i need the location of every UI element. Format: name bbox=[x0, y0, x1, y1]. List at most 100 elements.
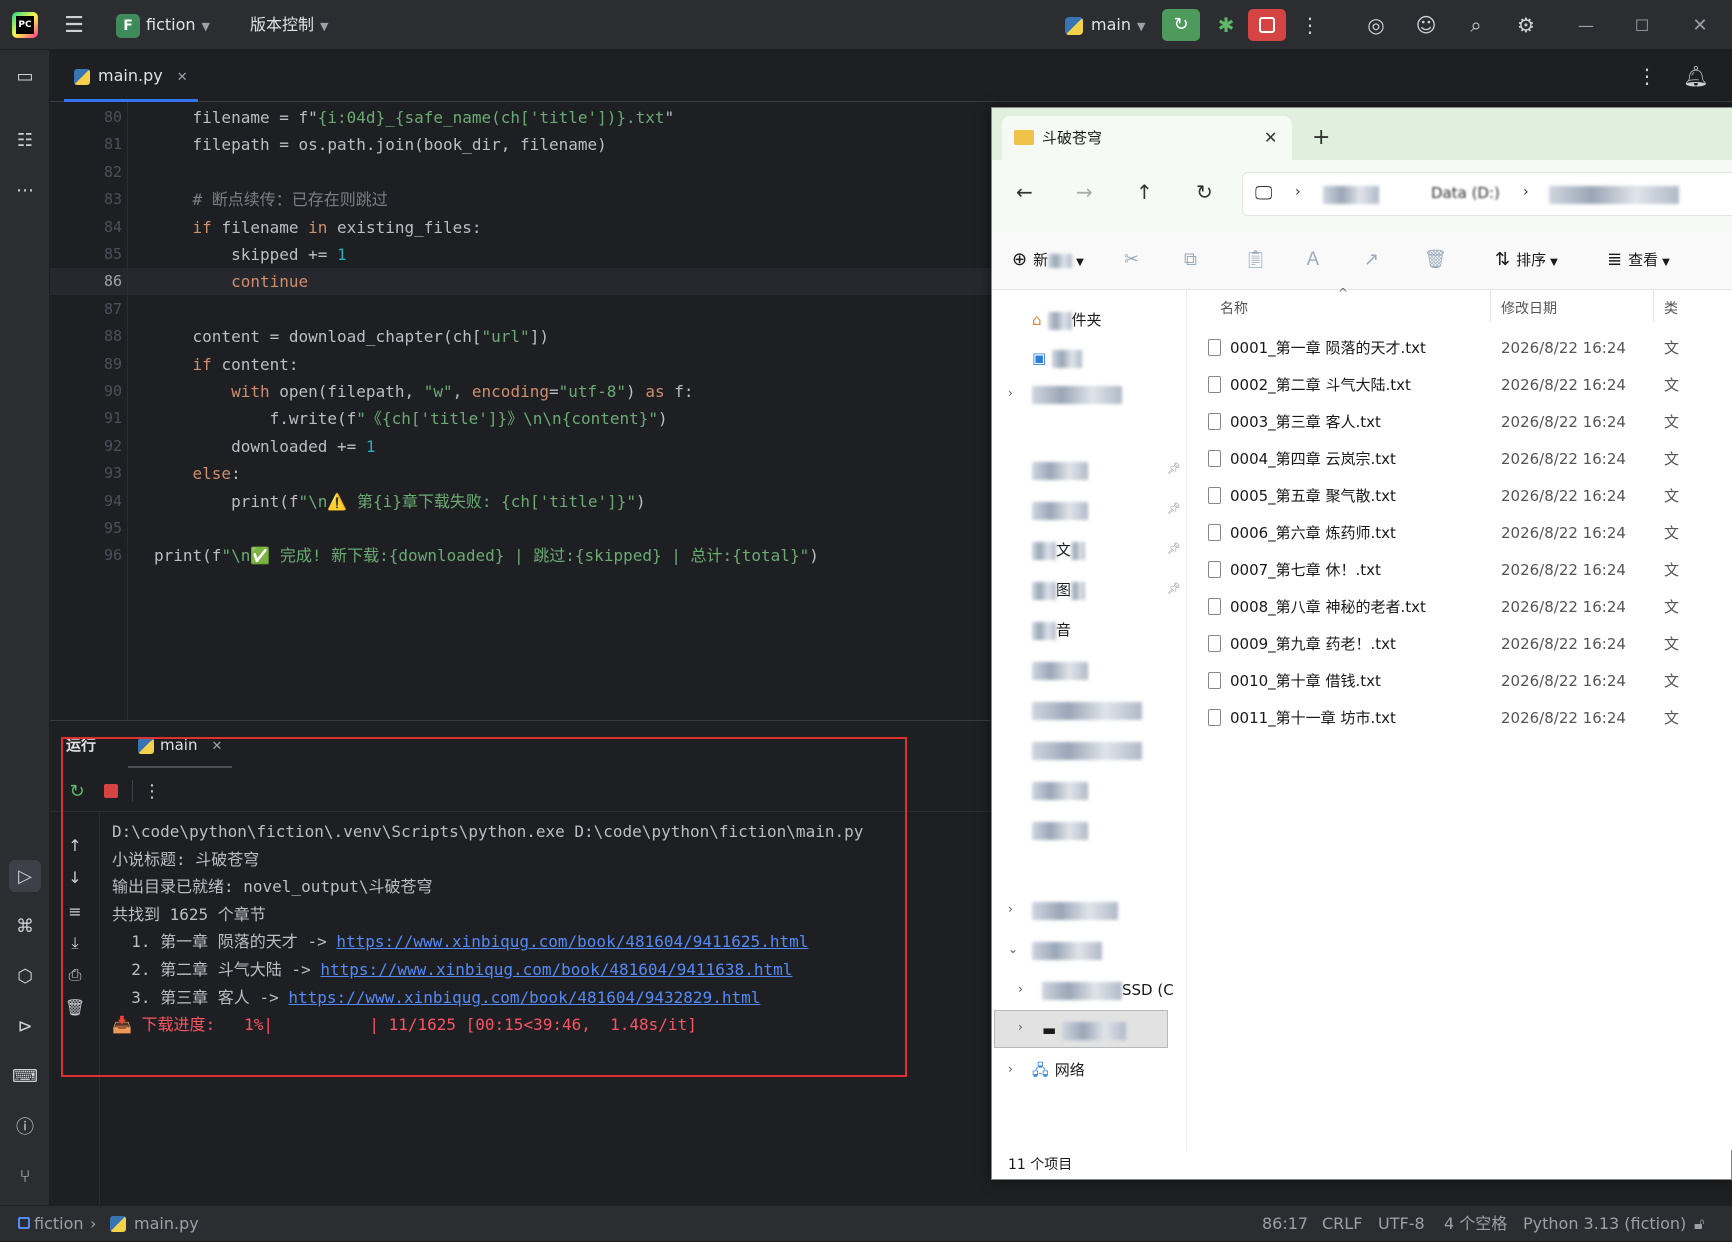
more-actions-icon[interactable]: ⋮ bbox=[1298, 10, 1322, 40]
sort-button[interactable]: ⇅ 排序 ▼ bbox=[1495, 230, 1558, 290]
hamburger-menu-icon[interactable]: ☰ bbox=[60, 12, 88, 38]
file-row[interactable]: 0009_第九章 药老！.txt 2026/8/22 16:24 文 bbox=[1188, 626, 1732, 663]
refresh-icon[interactable]: ↻ bbox=[1196, 180, 1213, 204]
explorer-tab[interactable]: 斗破苍穹 ✕ bbox=[1002, 116, 1292, 160]
caret-position[interactable]: 86:17 bbox=[1262, 1206, 1308, 1242]
maximize-window-icon[interactable]: ☐ bbox=[1626, 10, 1658, 40]
side-item-this-pc[interactable] bbox=[1032, 932, 1102, 968]
side-item-home[interactable]: ⌂ 件夹 bbox=[1032, 302, 1102, 338]
share-icon[interactable]: ↗ bbox=[1364, 230, 1379, 290]
settings-gear-icon[interactable]: ⚙ bbox=[1510, 10, 1542, 40]
side-item-folder[interactable] bbox=[1032, 772, 1088, 808]
side-item-pictures[interactable]: 图 bbox=[1032, 572, 1086, 608]
project-selector[interactable]: Ffiction ▼ bbox=[116, 0, 210, 50]
close-tab-icon[interactable]: ✕ bbox=[177, 70, 188, 85]
copy-icon[interactable]: ⧉ bbox=[1184, 230, 1197, 290]
services-icon[interactable]: ⊳ bbox=[9, 1010, 41, 1042]
side-item-gallery[interactable]: ▣ bbox=[1032, 340, 1083, 376]
cut-icon[interactable]: ✂ bbox=[1124, 230, 1139, 290]
file-row[interactable]: 0011_第十一章 坊市.txt 2026/8/22 16:24 文 bbox=[1188, 700, 1732, 737]
file-row[interactable]: 0004_第四章 云岚宗.txt 2026/8/22 16:24 文 bbox=[1188, 441, 1732, 478]
python-packages-icon[interactable]: ⬡ bbox=[9, 960, 41, 992]
terminal-icon[interactable]: ⌨ bbox=[9, 1060, 41, 1092]
paste-icon[interactable]: 📋︎ bbox=[1244, 230, 1267, 290]
code-editor[interactable]: for i, ch in enumerate(tqdm(chapters, de… bbox=[50, 102, 992, 720]
side-item-folder[interactable] bbox=[1032, 732, 1142, 768]
expand-chevron-icon[interactable]: › bbox=[1008, 1062, 1013, 1076]
expand-chevron-icon[interactable]: › bbox=[1008, 902, 1013, 916]
side-item-network[interactable]: 🖧︎ 网络 bbox=[1032, 1052, 1085, 1088]
side-item-onedrive[interactable] bbox=[1032, 376, 1122, 412]
file-row[interactable]: 0002_第二章 斗气大陆.txt 2026/8/22 16:24 文 bbox=[1188, 367, 1732, 404]
back-icon[interactable]: ← bbox=[1016, 180, 1033, 204]
notifications-icon[interactable]: 🔔︎ bbox=[1680, 60, 1712, 92]
close-tab-icon[interactable]: ✕ bbox=[1264, 116, 1277, 160]
minimize-window-icon[interactable]: — bbox=[1570, 10, 1602, 40]
side-item-drive-c[interactable]: SSD (C bbox=[1042, 972, 1174, 1008]
file-row[interactable]: 0003_第三章 客人.txt 2026/8/22 16:24 文 bbox=[1188, 404, 1732, 441]
file-row[interactable]: 0010_第十章 借钱.txt 2026/8/22 16:24 文 bbox=[1188, 663, 1732, 700]
breadcrumb-project[interactable]: fiction bbox=[34, 1206, 84, 1242]
tab-options-icon[interactable]: ⋮ bbox=[1635, 62, 1659, 90]
rerun-button[interactable]: ↻ bbox=[1162, 9, 1200, 41]
file-row[interactable]: 0007_第七章 休！.txt 2026/8/22 16:24 文 bbox=[1188, 552, 1732, 589]
side-item-videos[interactable] bbox=[1032, 652, 1088, 688]
collapse-chevron-icon[interactable]: ⌄ bbox=[1008, 942, 1018, 956]
interpreter-selector[interactable]: Python 3.13 (fiction) bbox=[1523, 1206, 1686, 1242]
code-line: print(f"\n✅ 完成! 新下载:{downloaded} | 跳过:{s… bbox=[154, 546, 819, 566]
line-separator[interactable]: CRLF bbox=[1322, 1206, 1362, 1242]
ai-assistant-icon[interactable]: ◎ bbox=[1360, 10, 1392, 40]
column-header-date[interactable]: 修改日期 bbox=[1501, 298, 1557, 318]
pycharm-logo[interactable]: PC bbox=[12, 12, 38, 38]
side-item-folder[interactable] bbox=[1032, 692, 1142, 728]
column-header-name[interactable]: 名称 bbox=[1220, 298, 1248, 318]
vcs-menu[interactable]: 版本控制 ▼ bbox=[250, 0, 328, 50]
run-config-selector[interactable]: main ▼ bbox=[1065, 0, 1145, 50]
text-file-icon bbox=[1208, 635, 1221, 652]
up-icon[interactable]: ↑ bbox=[1136, 180, 1153, 204]
add-user-icon[interactable]: ☺ bbox=[1410, 10, 1442, 40]
file-row[interactable]: 0008_第八章 神秘的老者.txt 2026/8/22 16:24 文 bbox=[1188, 589, 1732, 626]
tab-main-py[interactable]: main.py ✕ bbox=[64, 50, 198, 102]
address-bar[interactable]: 🖵︎ › Data (D:) › bbox=[1242, 172, 1732, 216]
close-window-icon[interactable]: ✕ bbox=[1684, 10, 1716, 40]
project-folder-icon[interactable]: ▭ bbox=[9, 60, 41, 92]
side-item-onedrive-2[interactable] bbox=[1032, 892, 1118, 928]
side-item-documents[interactable]: 文 bbox=[1032, 532, 1086, 568]
debug-icon[interactable]: ✱ bbox=[1210, 10, 1242, 40]
expand-chevron-icon[interactable]: › bbox=[1018, 982, 1023, 996]
structure-icon[interactable]: ☷ bbox=[9, 124, 41, 156]
more-tools-icon[interactable]: ⋯ bbox=[9, 174, 41, 206]
new-button[interactable]: ⊕ 新 ▼ bbox=[1012, 230, 1084, 290]
lock-icon[interactable]: 🔓︎ bbox=[1694, 1206, 1704, 1242]
file-encoding[interactable]: UTF-8 bbox=[1378, 1206, 1425, 1242]
side-item-downloads[interactable] bbox=[1032, 492, 1088, 528]
column-header-type[interactable]: 类 bbox=[1664, 298, 1678, 318]
file-date: 2026/8/22 16:24 bbox=[1501, 450, 1626, 468]
stop-button[interactable] bbox=[1248, 9, 1286, 41]
expand-chevron-icon[interactable]: › bbox=[1008, 386, 1013, 400]
file-row[interactable]: 0001_第一章 陨落的天才.txt 2026/8/22 16:24 文 bbox=[1188, 330, 1732, 367]
problems-icon[interactable]: ⓘ bbox=[9, 1110, 41, 1142]
side-drive-label: SSD (C bbox=[1122, 981, 1174, 999]
side-item-desktop[interactable] bbox=[1032, 452, 1088, 488]
side-folder-label: 件夹 bbox=[1071, 311, 1102, 329]
search-icon[interactable]: ⌕ bbox=[1460, 10, 1492, 40]
view-button[interactable]: ≣ 查看 ▼ bbox=[1607, 230, 1670, 290]
side-item-folder[interactable] bbox=[1032, 812, 1088, 848]
forward-icon[interactable]: → bbox=[1076, 180, 1093, 204]
file-row[interactable]: 0006_第六章 炼药师.txt 2026/8/22 16:24 文 bbox=[1188, 515, 1732, 552]
file-name: 0004_第四章 云岚宗.txt bbox=[1230, 450, 1396, 468]
new-tab-icon[interactable]: + bbox=[1312, 116, 1330, 160]
indent-setting[interactable]: 4 个空格 bbox=[1444, 1206, 1507, 1242]
side-item-music[interactable]: 音 bbox=[1032, 612, 1071, 648]
breadcrumb-file[interactable]: main.py bbox=[134, 1206, 199, 1242]
expand-chevron-icon[interactable]: › bbox=[1018, 1020, 1023, 1034]
delete-icon[interactable]: 🗑︎ bbox=[1424, 230, 1447, 290]
line-number: 90 bbox=[103, 382, 122, 400]
python-console-icon[interactable]: ⌘ bbox=[9, 910, 41, 942]
git-icon[interactable]: ⑂ bbox=[9, 1160, 41, 1192]
run-tool-icon[interactable]: ▷ bbox=[9, 860, 41, 892]
file-row[interactable]: 0005_第五章 聚气散.txt 2026/8/22 16:24 文 bbox=[1188, 478, 1732, 515]
rename-icon[interactable]: Ａ bbox=[1304, 230, 1322, 290]
